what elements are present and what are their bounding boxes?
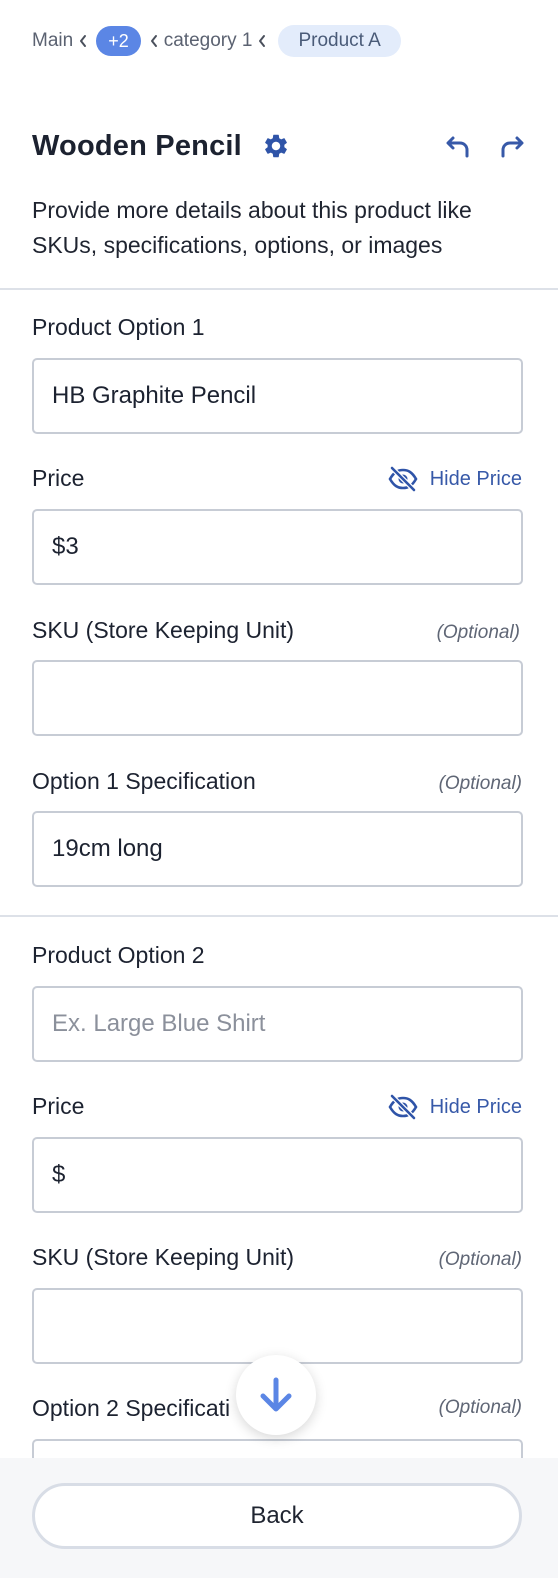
footer-bar: Back — [0, 1458, 558, 1578]
option-2-price-input[interactable]: $ — [32, 1137, 523, 1213]
option-2-hide-price-toggle[interactable]: Hide Price — [388, 1094, 522, 1120]
breadcrumb-item-category[interactable]: category 1 — [164, 30, 253, 52]
chevron-left-icon — [144, 34, 164, 48]
option-2-sku-label: SKU (Store Keeping Unit) — [32, 1244, 295, 1270]
optional-hint: (Optional) — [438, 1249, 522, 1270]
option-1-spec-label: Option 1 Specification — [32, 768, 256, 794]
option-1-sku-input[interactable] — [32, 660, 523, 736]
eye-slash-icon — [388, 1094, 418, 1120]
chevron-left-icon — [252, 34, 272, 48]
option-1-hide-price-toggle[interactable]: Hide Price — [388, 466, 522, 492]
option-2-sku-input[interactable] — [32, 1288, 523, 1364]
option-2-price-label: Price — [32, 1093, 85, 1119]
eye-slash-icon — [388, 466, 418, 492]
section-divider — [0, 288, 558, 290]
page-title: Wooden Pencil — [32, 129, 242, 162]
optional-hint: (Optional) — [438, 773, 522, 794]
option-1-sku-label: SKU (Store Keeping Unit) — [32, 617, 295, 643]
product-option-2-input[interactable]: Ex. Large Blue Shirt — [32, 986, 523, 1062]
page-header: Wooden Pencil — [32, 126, 526, 166]
hide-price-label: Hide Price — [429, 1095, 522, 1118]
option-1-price-label: Price — [32, 465, 85, 491]
hide-price-label: Hide Price — [429, 467, 522, 490]
product-option-1-input[interactable]: HB Graphite Pencil — [32, 358, 523, 434]
product-option-2-label: Product Option 2 — [32, 942, 205, 968]
breadcrumb-collapsed-count[interactable]: +2 — [96, 26, 141, 56]
back-button[interactable]: Back — [32, 1483, 522, 1549]
option-1-spec-input[interactable]: 19cm long — [32, 811, 523, 887]
product-option-1-label: Product Option 1 — [32, 314, 205, 340]
arrow-down-icon — [260, 1377, 292, 1412]
optional-hint: (Optional) — [438, 1397, 522, 1418]
undo-icon[interactable] — [444, 132, 472, 160]
breadcrumb: Main +2 category 1 Product A — [32, 24, 401, 58]
redo-icon[interactable] — [498, 132, 526, 160]
page-description: Provide more details about this product … — [32, 197, 472, 258]
optional-hint: (Optional) — [436, 622, 520, 643]
scroll-down-button[interactable] — [236, 1355, 316, 1435]
option-1-price-input[interactable]: $3 — [32, 509, 523, 585]
breadcrumb-item-current: Product A — [278, 25, 401, 57]
breadcrumb-item-main[interactable]: Main — [32, 30, 73, 52]
section-divider — [0, 915, 558, 917]
gear-icon[interactable] — [262, 132, 290, 160]
option-2-spec-label: Option 2 Specificati — [32, 1395, 231, 1421]
chevron-left-icon — [73, 34, 93, 48]
